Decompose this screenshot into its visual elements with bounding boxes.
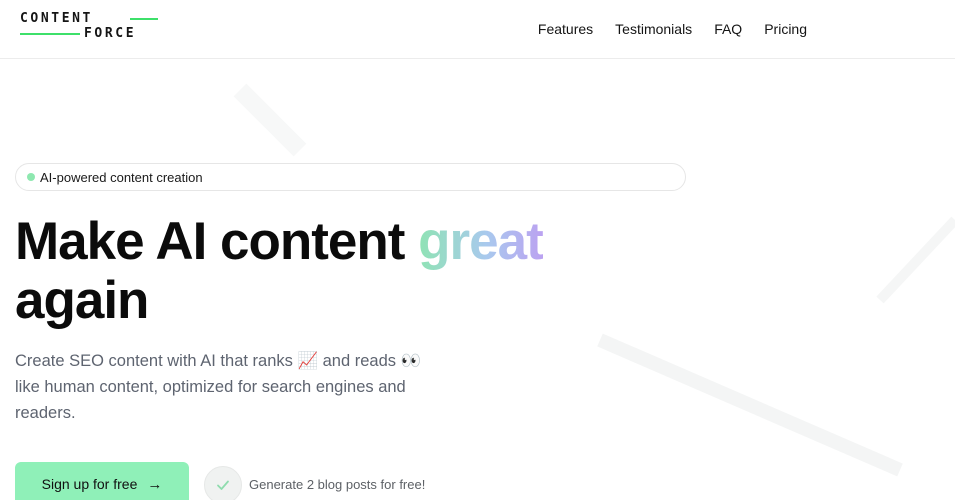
status-dot-icon: [27, 173, 35, 181]
headline-accent: great: [418, 212, 544, 271]
nav-link-testimonials[interactable]: Testimonials: [615, 21, 692, 37]
headline-text-line2: again: [15, 271, 149, 330]
site-header: CONTENT FORCE Features Testimonials FAQ …: [0, 0, 955, 59]
nav-link-features[interactable]: Features: [538, 21, 593, 37]
logo-text-top: CONTENT: [20, 11, 93, 26]
hero-headline: Make AI content great again: [15, 212, 655, 330]
feature-badge: AI-powered content creation: [15, 163, 686, 191]
logo-accent-bar: [130, 18, 158, 20]
logo-text-bottom: FORCE: [84, 26, 137, 41]
arrow-right-icon: →: [147, 475, 163, 493]
hero-subtext: Create SEO content with AI that ranks 📈 …: [15, 352, 422, 422]
nav-link-pricing[interactable]: Pricing: [764, 21, 807, 37]
landing-page: CONTENT FORCE Features Testimonials FAQ …: [0, 0, 955, 500]
main-nav: Features Testimonials FAQ Pricing: [538, 21, 807, 37]
brand-logo[interactable]: CONTENT FORCE: [20, 11, 160, 43]
badge-label: AI-powered content creation: [40, 169, 203, 185]
sign-up-label: Sign up for free: [41, 476, 138, 492]
headline-text: Make AI content: [15, 212, 419, 271]
sign-up-button[interactable]: Sign up for free →: [15, 462, 189, 500]
check-icon: [204, 466, 242, 500]
free-trial-note: Generate 2 blog posts for free!: [249, 477, 426, 492]
nav-link-faq[interactable]: FAQ: [714, 21, 742, 37]
logo-accent-bar: [20, 33, 80, 35]
